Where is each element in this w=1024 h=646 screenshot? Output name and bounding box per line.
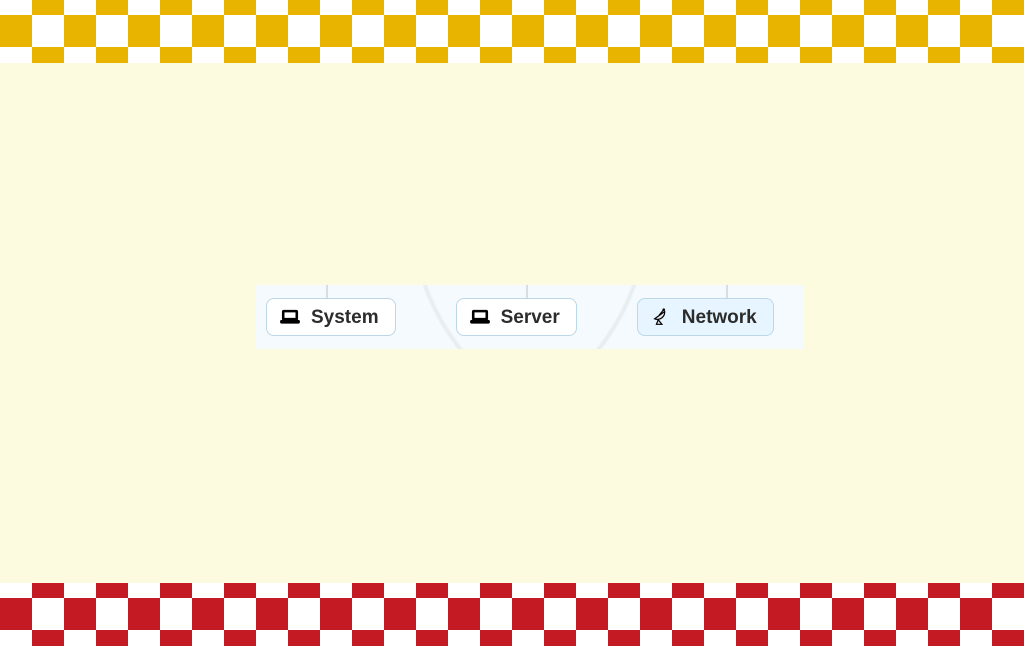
laptop-icon [279, 306, 301, 328]
decorative-checker-top [0, 0, 1024, 63]
network-button-label: Network [682, 308, 757, 327]
laptop-icon [469, 306, 491, 328]
satellite-dish-icon [650, 306, 672, 328]
system-button-label: System [311, 308, 379, 327]
toolbar-panel: System Server Network [256, 285, 803, 349]
network-button[interactable]: Network [637, 298, 774, 336]
server-button[interactable]: Server [456, 298, 577, 336]
decorative-checker-bottom [0, 583, 1024, 646]
server-button-label: Server [501, 308, 560, 327]
system-button[interactable]: System [266, 298, 396, 336]
